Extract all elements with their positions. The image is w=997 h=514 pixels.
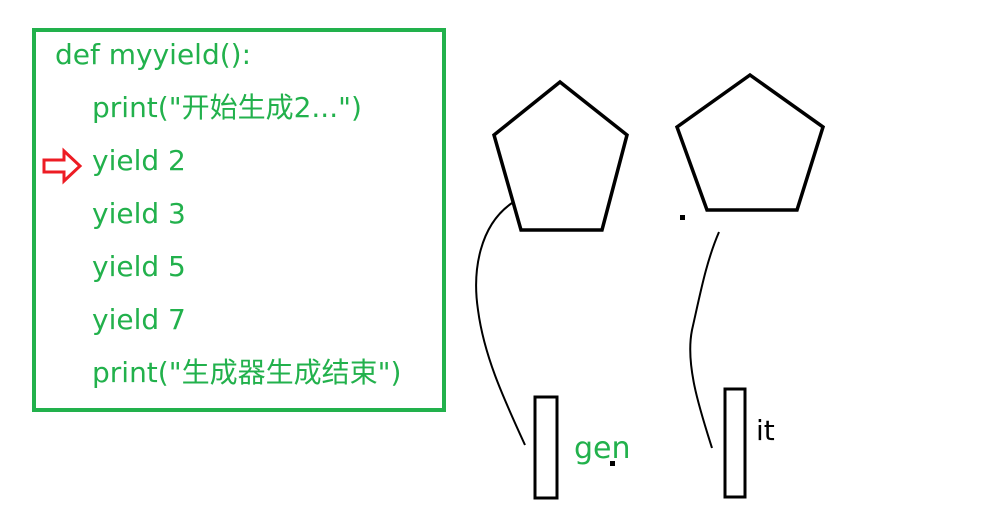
gen-label: gen: [574, 431, 631, 466]
code-line-print-end: print("生成器生成结束"): [92, 356, 402, 389]
code-line-yield-2: yield 2: [92, 144, 186, 177]
iterator-pentagon: [674, 72, 826, 212]
code-line-def: def myyield():: [55, 38, 252, 71]
gen-reference-line: [475, 202, 526, 446]
it-reference-line: [689, 231, 720, 449]
it-label: it: [756, 414, 775, 447]
it-variable-box: [723, 387, 747, 499]
code-line-print-start: print("开始生成2..."): [92, 91, 362, 124]
generator-pentagon: [491, 79, 629, 232]
code-line-yield-3: yield 3: [92, 197, 186, 230]
code-line-yield-7: yield 7: [92, 303, 186, 336]
stray-dot: [680, 215, 685, 220]
code-line-yield-5: yield 5: [92, 250, 186, 283]
gen-variable-box: [533, 395, 559, 500]
